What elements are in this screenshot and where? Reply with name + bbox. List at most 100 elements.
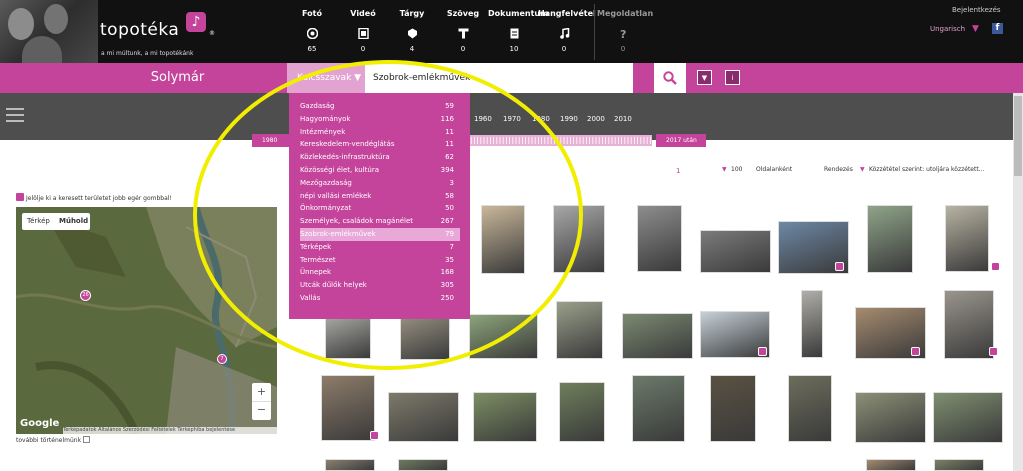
object-badge-icon [989,347,998,356]
place-title: Solymár [150,70,205,85]
result-thumbnail[interactable] [945,205,989,272]
logo-text[interactable]: topotéka [100,20,179,40]
result-thumbnail[interactable] [933,392,1003,443]
timeline-year: 1980 [532,115,550,123]
result-thumbnail[interactable] [632,375,685,442]
facebook-icon[interactable]: f [992,23,1003,34]
result-thumbnail[interactable] [473,392,537,442]
zoom-in-button[interactable]: + [252,383,271,401]
result-thumbnail[interactable] [944,290,994,359]
keyword-label: Mezőgazdaság [300,178,352,187]
zoom-out-button[interactable]: − [252,401,271,419]
timeline-start-handle[interactable]: 1980 előtt [252,134,290,157]
media-type-photo[interactable]: Fotó 65 [286,0,338,63]
keyword-label: Önkormányzat [300,204,352,213]
keyword-label: Gazdaság [300,102,335,110]
keyword-count: 35 [445,255,454,264]
google-logo: Google [20,418,60,429]
result-thumbnail[interactable] [388,392,459,442]
keyword-item[interactable]: Szobrok-emlékművek 79 [300,227,460,241]
keyword-count: 58 [445,191,454,200]
keyword-item[interactable]: Térképek 7 [300,241,460,254]
object-icon [408,28,417,39]
keyword-item[interactable]: Közösségi élet, kultúra 394 [300,164,460,177]
result-thumbnail[interactable] [556,301,603,359]
result-thumbnail[interactable] [321,375,375,441]
more-history-option[interactable]: további történelmünk [16,436,90,444]
media-type-video[interactable]: Videó 0 [337,0,389,63]
scrollbar-thumb[interactable] [1014,96,1022,176]
result-thumbnail[interactable] [866,459,916,471]
keyword-item[interactable]: Önkormányzat 50 [300,202,460,215]
text-icon [458,28,469,39]
keyword-item[interactable]: Intézmények 11 [300,126,460,139]
keyword-count: 168 [440,268,454,277]
result-thumbnail[interactable] [801,290,823,358]
result-thumbnail[interactable] [400,318,450,360]
keyword-item[interactable]: Kereskedelem-vendéglátás 11 [300,138,460,151]
result-thumbnail[interactable] [700,230,771,273]
dropdown-toggle-button[interactable]: ▼ [697,70,712,85]
media-type-text[interactable]: Szöveg 0 [437,0,489,63]
search-input[interactable] [365,63,633,93]
keyword-label: Személyek, családok magánélet [300,217,414,226]
media-type-object[interactable]: Tárgy 4 [386,0,438,63]
result-thumbnail[interactable] [637,205,682,272]
result-thumbnail[interactable] [867,205,913,273]
media-type-audio[interactable]: Hangfelvétel 0 [538,0,596,63]
result-thumbnail[interactable] [710,375,756,442]
result-thumbnail[interactable] [481,205,525,274]
keyword-item[interactable]: Személyek, családok magánélet 267 [300,215,460,228]
search-button[interactable] [654,63,686,93]
media-type-unsolved[interactable]: Megoldatlan ? 0 [597,0,653,63]
keyword-count: 50 [445,204,454,213]
tagline: a mi múltunk, a mi topotékánk [101,50,194,57]
keyword-item[interactable]: Ünnepek 168 [300,266,460,279]
keyword-item[interactable]: Hagyományok 116 [300,113,460,126]
keyword-count: 250 [440,293,454,302]
keyword-count: 267 [440,217,454,226]
result-thumbnail[interactable] [788,375,832,442]
map-hint-text: Jelölje ki a keresett területet jobb egé… [26,195,172,202]
login-link[interactable]: Bejelentkezés [952,6,1001,14]
keyword-label: Utcák dűlők helyek [300,281,367,290]
info-button[interactable]: i [725,70,740,85]
result-thumbnail[interactable] [855,392,926,443]
per-page-arrow-icon[interactable]: ▼ [722,166,727,173]
keyword-item[interactable]: népi vallási emlékek 58 [300,190,460,203]
satellite-map[interactable] [16,207,277,434]
more-history-checkbox[interactable] [82,436,90,443]
result-thumbnail[interactable] [553,205,605,273]
media-type-document[interactable]: Dokumentum 10 [488,0,548,63]
keyword-label: Szobrok-emlékművek [300,229,376,238]
keyword-count: 79 [445,229,454,238]
sort-arrow-icon[interactable]: ▼ [860,166,865,173]
result-thumbnail[interactable] [469,314,538,359]
keyword-item[interactable]: Mezőgazdaság 3 [300,177,460,190]
per-page-value[interactable]: 100 [731,166,742,173]
map-cluster-marker[interactable]: 7 [217,354,227,364]
media-type-count: 0 [620,45,626,53]
map-type-satellite[interactable]: Műhold [59,217,88,225]
keyword-item[interactable]: Utcák dűlők helyek 305 [300,279,460,292]
result-thumbnail[interactable] [325,459,375,471]
language-select[interactable]: Ungarisch [930,25,965,33]
keyword-filter-button[interactable]: Kulcsszavak ▼ [287,63,365,93]
result-thumbnail[interactable] [559,382,605,442]
sort-select[interactable]: Közzététel szerint: utoljára közzétett..… [869,166,999,173]
map-footer[interactable]: Térképadatok Általános Szerződési Feltét… [63,427,277,434]
result-thumbnail[interactable] [398,459,448,471]
menu-icon[interactable] [6,108,24,122]
map-type-map[interactable]: Térkép [27,217,50,225]
keyword-item[interactable]: Közlekedés-infrastruktúra 62 [300,151,460,164]
keyword-item[interactable]: Vallás 250 [300,292,460,305]
clear-icon[interactable]: ✕ [637,70,648,85]
chevron-down-icon[interactable]: ▼ [972,24,979,34]
result-thumbnail[interactable] [934,459,984,471]
timeline-end-handle[interactable]: 2017 után [656,134,706,147]
page-number[interactable]: 1 [676,167,680,175]
keyword-item[interactable]: Természet 35 [300,254,460,267]
keyword-item[interactable]: Gazdaság 59 [300,100,460,113]
map-cluster-marker[interactable]: 26 [80,290,91,301]
result-thumbnail[interactable] [622,313,693,359]
